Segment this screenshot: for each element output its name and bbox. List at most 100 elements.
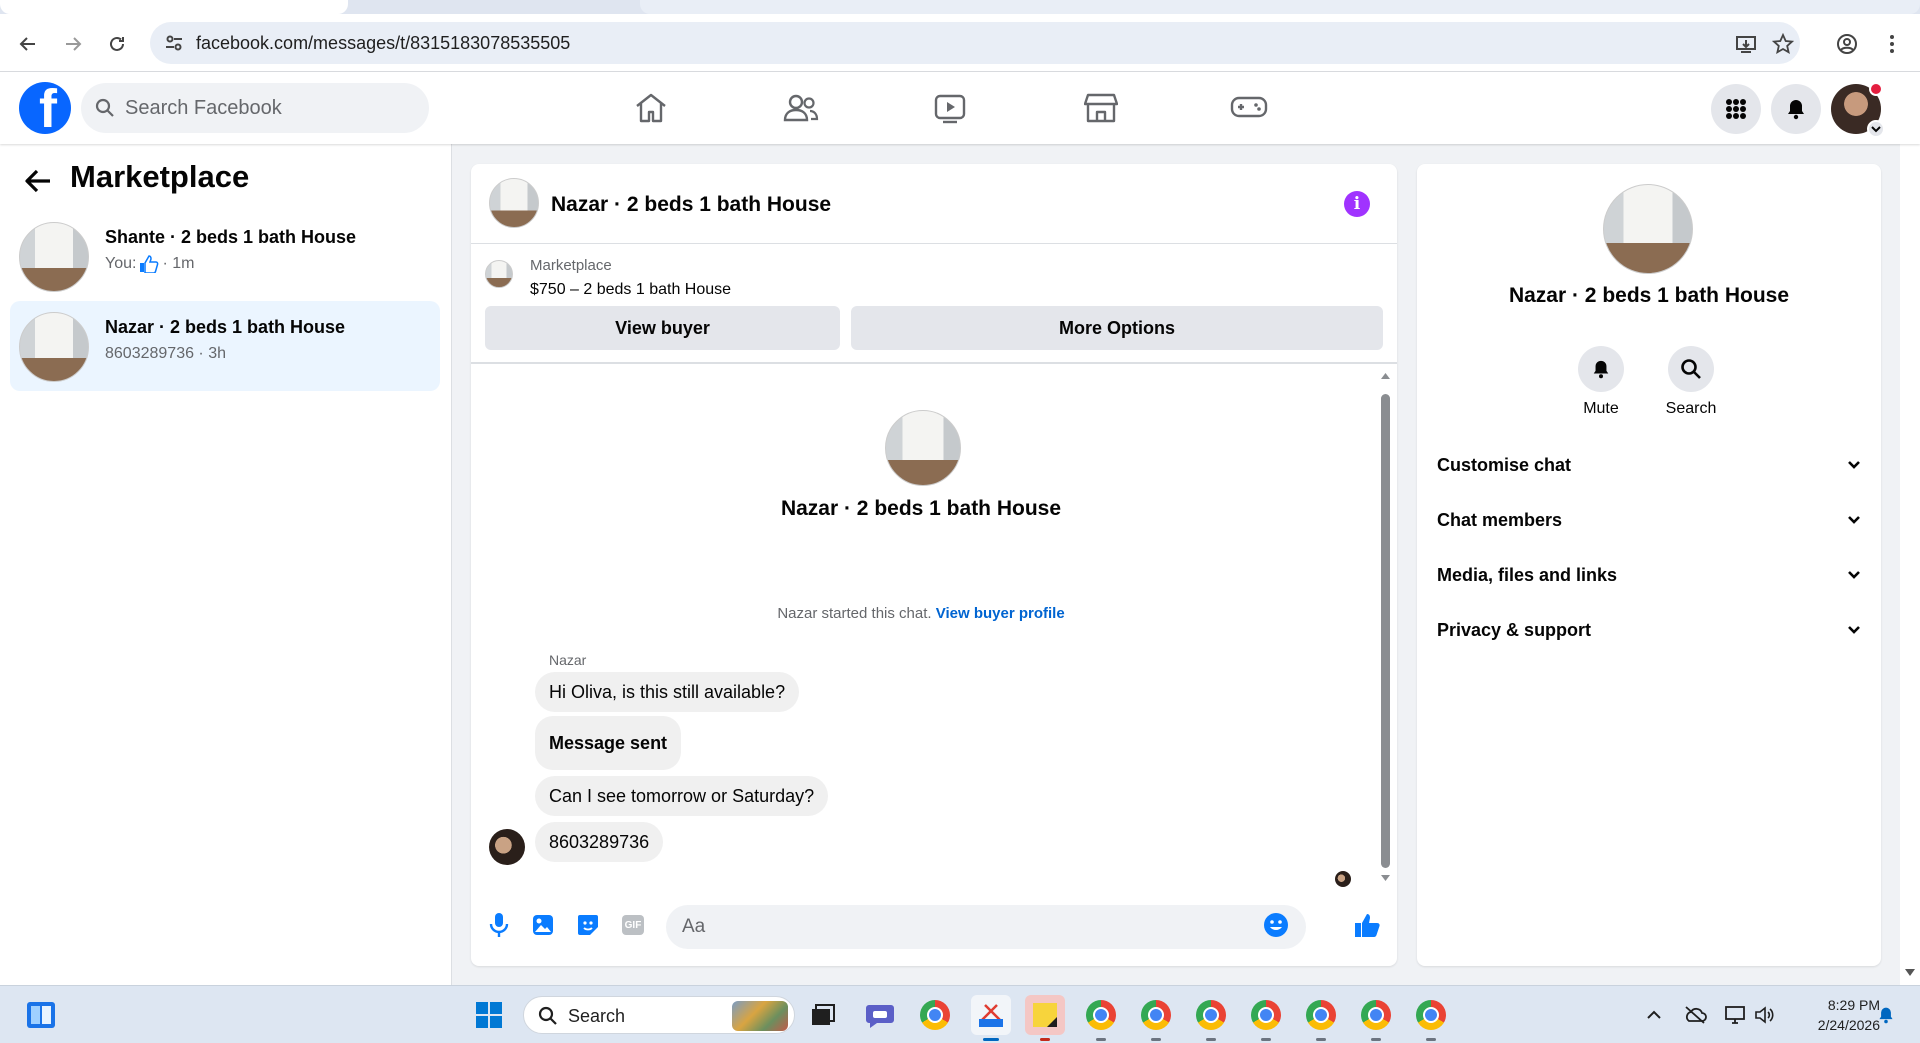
- facebook-search[interactable]: Search Facebook: [81, 83, 429, 133]
- conversation-preview: You: · 1m: [105, 255, 194, 273]
- back-button[interactable]: [14, 30, 42, 58]
- search-icon: [538, 1006, 557, 1025]
- facebook-logo[interactable]: f: [19, 82, 71, 134]
- view-buyer-button[interactable]: View buyer: [485, 306, 840, 350]
- sticky-notes-icon[interactable]: [1025, 995, 1065, 1041]
- chrome-profile-window-1[interactable]: [1081, 995, 1121, 1041]
- arrow-left-icon: [19, 37, 35, 51]
- install-app-icon[interactable]: [1735, 33, 1757, 60]
- profile-icon[interactable]: [1833, 30, 1861, 58]
- active-app-indicator: [983, 1038, 999, 1041]
- url-text[interactable]: facebook.com/messages/t/8315183078535505: [196, 33, 570, 54]
- menu-button[interactable]: [1711, 84, 1761, 134]
- scroll-up-arrow-icon[interactable]: [1380, 372, 1391, 380]
- chrome-profile-window-6[interactable]: [1356, 995, 1396, 1041]
- info-icon[interactable]: i: [1344, 191, 1370, 217]
- like-button[interactable]: [1353, 910, 1383, 940]
- more-options-button[interactable]: More Options: [851, 306, 1383, 350]
- reload-button[interactable]: [103, 30, 131, 58]
- widgets-icon[interactable]: [21, 995, 61, 1035]
- gaming-icon: [1230, 96, 1268, 118]
- clock-time: 8:29 PM: [1827, 997, 1880, 1013]
- clock-date: 2/24/2026: [1817, 1017, 1880, 1033]
- mute-button[interactable]: Mute: [1561, 346, 1641, 418]
- running-indicator: [1316, 1038, 1326, 1041]
- show-hidden-icons-chevron-icon[interactable]: [1634, 995, 1674, 1035]
- microphone-icon[interactable]: [484, 910, 514, 940]
- media-files-links-section[interactable]: Media, files and links: [1437, 555, 1861, 595]
- scrollbar-thumb[interactable]: [1381, 394, 1390, 868]
- mute-label: Mute: [1583, 400, 1619, 417]
- chrome-taskbar-icon[interactable]: [915, 995, 955, 1035]
- message-bubble[interactable]: Can I see tomorrow or Saturday?: [535, 776, 829, 816]
- teams-chat-icon[interactable]: [860, 995, 900, 1035]
- browser-menu-icon[interactable]: [1878, 30, 1906, 58]
- message-bubble[interactable]: Hi Oliva, is this still available?: [535, 672, 800, 712]
- sender-avatar: [489, 829, 525, 865]
- message-bubble[interactable]: Message sent: [535, 716, 682, 770]
- browser-tab[interactable]: [640, 0, 1920, 14]
- nav-marketplace[interactable]: [1081, 90, 1121, 126]
- chrome-profile-window-4[interactable]: [1246, 995, 1286, 1041]
- snipping-tool-icon[interactable]: [971, 995, 1011, 1041]
- chrome-profile-window-2[interactable]: [1136, 995, 1176, 1041]
- notification-bell-icon[interactable]: [1866, 995, 1906, 1035]
- scroll-down-arrow-icon[interactable]: [1380, 874, 1391, 882]
- customise-chat-section[interactable]: Customise chat: [1437, 445, 1861, 485]
- back-arrow-icon[interactable]: [24, 168, 52, 199]
- gif-icon[interactable]: GIF: [618, 910, 648, 940]
- conversation-item-active[interactable]: Nazar · 2 beds 1 bath House 8603289736 ·…: [10, 301, 440, 391]
- listing-category: Marketplace: [530, 257, 612, 274]
- section-label: Customise chat: [1437, 454, 1572, 475]
- view-buyer-profile-link[interactable]: View buyer profile: [936, 605, 1065, 622]
- search-chat-button[interactable]: Search: [1651, 346, 1731, 418]
- nav-gaming[interactable]: [1229, 90, 1269, 126]
- nav-home[interactable]: [631, 90, 671, 126]
- search-label: Search: [1665, 400, 1717, 417]
- privacy-support-section[interactable]: Privacy & support: [1437, 610, 1861, 650]
- nav-friends[interactable]: [781, 90, 821, 126]
- section-label: Media, files and links: [1437, 564, 1618, 585]
- page-scrollbar[interactable]: [1900, 72, 1920, 985]
- chrome-profile-window-7[interactable]: [1411, 995, 1451, 1041]
- chrome-profile-window-3[interactable]: [1191, 995, 1231, 1041]
- marketplace-icon: [1084, 93, 1118, 123]
- nav-video[interactable]: [930, 90, 970, 126]
- details-title: Nazar · 2 beds 1 bath House: [1508, 284, 1790, 307]
- taskbar-search[interactable]: Search: [523, 996, 795, 1034]
- photo-icon[interactable]: [528, 910, 558, 940]
- sticker-icon[interactable]: [573, 910, 603, 940]
- chrome-profile-window-5[interactable]: [1301, 995, 1341, 1041]
- scroll-down-arrow-icon[interactable]: [1904, 968, 1916, 977]
- thread-avatar: [885, 410, 961, 486]
- browser-toolbar: facebook.com/messages/t/8315183078535505: [0, 14, 1920, 72]
- forward-button[interactable]: [59, 30, 87, 58]
- browser-tab-active[interactable]: [0, 0, 348, 14]
- chat-header-avatar[interactable]: [489, 178, 539, 228]
- listing-thumbnail[interactable]: [485, 260, 513, 288]
- message-input[interactable]: [666, 905, 1306, 949]
- conversation-avatar: [19, 222, 89, 292]
- reload-icon: [110, 36, 124, 51]
- notifications-button[interactable]: [1771, 84, 1821, 134]
- taskbar-clock[interactable]: 8:29 PM 2/24/2026: [1780, 995, 1880, 1035]
- account-avatar[interactable]: [1831, 82, 1885, 138]
- chevron-down-icon: [1848, 461, 1860, 469]
- address-bar[interactable]: facebook.com/messages/t/8315183078535505: [150, 22, 1800, 64]
- thread-scrollbar[interactable]: [1379, 372, 1391, 882]
- listing-price-title[interactable]: $750 – 2 beds 1 bath House: [530, 281, 731, 299]
- site-info-icon[interactable]: [164, 33, 184, 58]
- message-sender: Nazar: [549, 652, 587, 668]
- task-view-icon[interactable]: [803, 995, 843, 1035]
- conversation-item[interactable]: Shante · 2 beds 1 bath House You: · 1m: [10, 211, 440, 301]
- start-button[interactable]: [469, 995, 509, 1035]
- running-indicator: [1261, 1038, 1271, 1041]
- onedrive-offline-icon[interactable]: [1675, 995, 1715, 1035]
- chat-title[interactable]: Nazar · 2 beds 1 bath House: [551, 193, 831, 217]
- chat-members-section[interactable]: Chat members: [1437, 500, 1861, 540]
- volume-icon[interactable]: [1745, 995, 1785, 1035]
- message-thread: Nazar · 2 beds 1 bath House Nazar starte…: [471, 366, 1397, 887]
- bookmark-star-icon[interactable]: [1771, 32, 1795, 60]
- message-bubble[interactable]: 8603289736: [535, 822, 664, 862]
- emoji-icon[interactable]: [1261, 910, 1291, 940]
